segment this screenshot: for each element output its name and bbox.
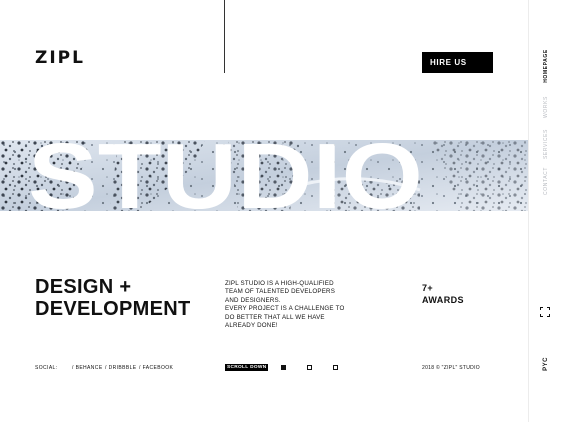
description-line: DO BETTER THAT ALL WE HAVE: [225, 313, 325, 321]
copyright: 2018 © "ZIPL" STUDIO: [422, 365, 480, 371]
awards-label: AWARDS: [422, 295, 464, 305]
fullscreen-icon[interactable]: [540, 307, 550, 317]
page-title: DESIGN + DEVELOPMENT: [35, 276, 191, 320]
pager-dot-3[interactable]: [333, 365, 338, 370]
description-line: ALREADY DONE!: [225, 322, 278, 330]
social-link-facebook[interactable]: / FACEBOOK: [139, 365, 173, 371]
pager-dot-1[interactable]: [281, 365, 286, 370]
headline-line-2: DEVELOPMENT: [35, 298, 191, 320]
awards-block: 7+ AWARDS: [422, 282, 464, 306]
nav-item-contact[interactable]: CONTACT: [543, 167, 549, 195]
snow-forest-image: STUDIO: [0, 140, 528, 211]
nav-item-homepage[interactable]: HOMEPAGE: [543, 49, 549, 83]
language-switch[interactable]: PYC: [543, 357, 549, 371]
social-link-dribbble[interactable]: / DRIBBBLE: [105, 365, 137, 371]
scroll-down-button[interactable]: SCROLL DOWN: [225, 364, 269, 371]
nav-item-services[interactable]: SERVICES: [543, 129, 549, 159]
description-line: AND DESIGNERS.: [225, 296, 281, 304]
headline-line-1: DESIGN +: [35, 276, 132, 298]
social-label: SOCIAL:: [35, 365, 58, 371]
hero-banner: STUDIO: [0, 140, 528, 211]
description-line: EVERY PROJECT IS A CHALLENGE TO: [225, 305, 345, 313]
logo[interactable]: ZIPL: [35, 48, 85, 68]
pager-dot-2[interactable]: [307, 365, 312, 370]
hero-word: STUDIO: [28, 140, 423, 211]
description-line: ZIPL STUDIO IS A HIGH-QUALIFIED: [225, 280, 334, 287]
top-divider-line: [224, 0, 225, 73]
hire-us-button[interactable]: HIRE US: [422, 52, 493, 73]
nav-item-works[interactable]: WORKS: [543, 96, 549, 118]
description-line: TEAM OF TALENTED DEVELOPERS: [225, 288, 336, 296]
studio-description: ZIPL STUDIO IS A HIGH-QUALIFIED TEAM OF …: [225, 280, 345, 330]
social-link-behance[interactable]: / BEHANCE: [72, 365, 103, 371]
awards-count: 7+: [422, 283, 434, 293]
